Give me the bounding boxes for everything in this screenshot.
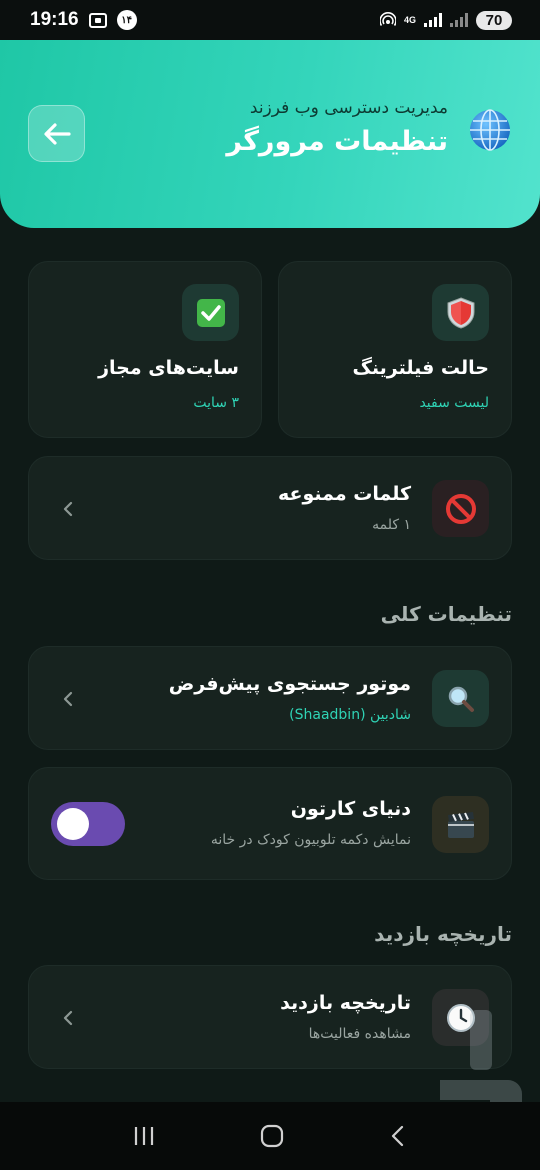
home-icon[interactable] [259,1124,285,1148]
banned-words-icon-tile [432,480,489,537]
back-nav-icon[interactable] [388,1124,408,1148]
screenshot-icon [88,12,107,28]
signal-icon-secondary [450,13,468,27]
status-time: 19:16 [30,9,79,30]
banned-words-count: ۱ کلمه [372,517,411,533]
cartoon-world-toggle[interactable] [51,802,125,846]
filtering-mode-icon-tile [432,284,489,341]
status-bar: 19:16 ۱۴ 4G 70 [0,0,540,40]
prohibited-icon [445,493,476,524]
banned-words-card[interactable]: کلمات ممنوعه ۱ کلمه [28,456,512,560]
chevron-left-icon [63,501,73,517]
checkmark-icon [196,298,225,327]
hotspot-icon [379,12,396,26]
allowed-sites-card[interactable]: سایت‌های مجاز ۳ سایت [28,261,262,438]
cartoon-world-card: دنیای کارتون نمایش دکمه تلوبیون کودک در … [28,767,512,880]
search-engine-title: موتور جستجوی پیش‌فرض [168,673,411,695]
network-type: 4G [403,14,416,25]
history-title: تاریخچه بازدید [280,992,411,1014]
allowed-sites-icon-tile [182,284,239,341]
general-settings-heading: تنظیمات کلی [380,602,512,626]
magnifier-icon [448,686,474,712]
history-heading: تاریخچه بازدید [374,922,512,946]
cartoon-world-title: دنیای کارتون [290,798,411,820]
globe-icon [470,109,510,151]
toggle-knob [57,808,89,840]
filtering-mode-value: لیست سفید [419,395,489,411]
history-subtitle: مشاهده فعالیت‌ها [308,1026,411,1042]
signal-icon [424,13,442,27]
page-title: تنظیمات مرورگر [226,126,448,157]
chevron-left-icon [63,1010,73,1026]
header: مدیریت دسترسی وب فرزند تنظیمات مرورگر [0,40,540,228]
allowed-sites-title: سایت‌های مجاز [98,357,239,379]
filtering-mode-card[interactable]: حالت فیلترینگ لیست سفید [278,261,512,438]
shield-icon [447,296,474,329]
search-engine-icon-tile [432,670,489,727]
chevron-left-icon [63,691,73,707]
banned-words-title: کلمات ممنوعه [277,483,411,505]
search-engine-card[interactable]: موتور جستجوی پیش‌فرض شادبین (Shaadbin) [28,646,512,750]
clapperboard-icon [447,811,474,838]
status-bar-right: 4G 70 [379,10,512,30]
filtering-mode-title: حالت فیلترینگ [352,357,489,379]
arrow-left-icon [43,122,71,145]
system-navigation-bar [0,1102,540,1170]
status-bar-left: 19:16 ۱۴ [30,9,137,31]
back-button[interactable] [28,105,85,162]
notification-badge: ۱۴ [116,10,137,30]
battery-level: 70 [476,10,512,30]
search-engine-value: شادبین (Shaadbin) [289,707,411,723]
cartoon-world-icon-tile [432,796,489,853]
cartoon-world-description: نمایش دکمه تلوبیون کودک در خانه [210,832,411,848]
allowed-sites-count: ۳ سایت [193,395,239,411]
header-subtitle: مدیریت دسترسی وب فرزند [249,98,448,118]
recent-apps-icon[interactable] [132,1125,156,1147]
